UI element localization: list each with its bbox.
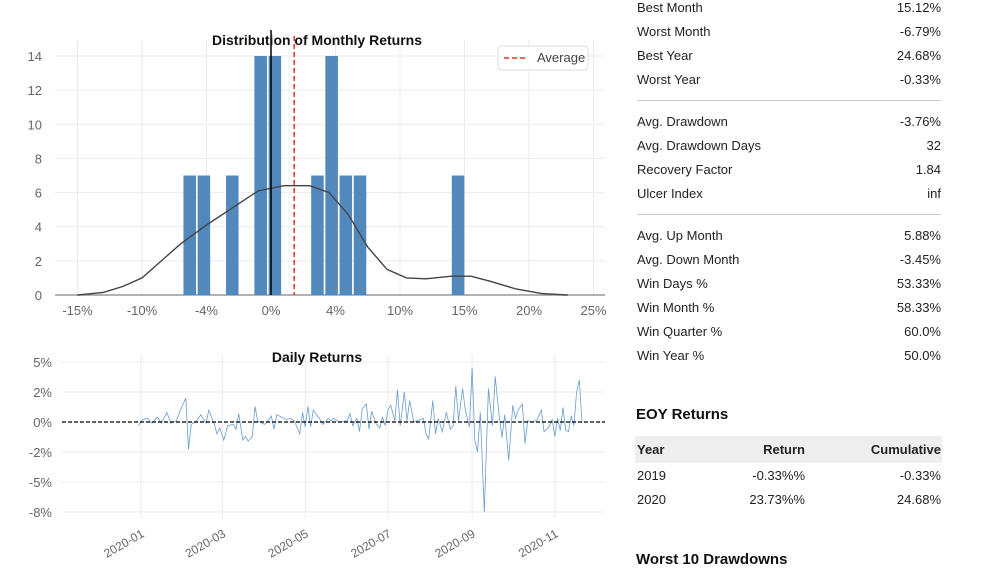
metric-label: Win Days % <box>637 276 708 291</box>
histogram-bar <box>183 175 197 295</box>
eoy-row-return: -0.33%% <box>752 468 805 483</box>
y-tick-label: 12 <box>28 83 42 98</box>
y-tick-label: -2% <box>29 445 53 460</box>
metric-label: Win Month % <box>637 300 715 315</box>
eoy-row-return: 23.73%% <box>749 492 805 507</box>
metric-label: Ulcer Index <box>637 186 703 201</box>
metric-label: Worst Month <box>637 24 711 39</box>
y-tick-label: 4 <box>35 220 42 235</box>
metric-row: Ulcer Index inf <box>637 186 941 206</box>
metric-value: -6.79% <box>899 24 941 39</box>
metric-row: Win Month % 58.33% <box>637 300 941 320</box>
metrics-divider <box>637 214 941 215</box>
metric-row: Worst Month -6.79% <box>637 24 941 44</box>
metric-row: Win Year % 50.0% <box>637 348 941 368</box>
metric-value: 1.84 <box>915 162 941 177</box>
daily-returns-chart: 2020-01 2020-03 2020-05 2020-07 2020-09 2020-… <box>29 349 605 561</box>
x-tick-label: -4% <box>195 303 219 318</box>
y-tick-label: 0% <box>33 415 52 430</box>
metric-label: Avg. Down Month <box>637 252 740 267</box>
y-tick-label: 2% <box>33 385 52 400</box>
chart-title: Daily Returns <box>272 349 362 365</box>
metric-row: Best Month 15.12% <box>637 0 941 20</box>
metric-label: Best Year <box>637 48 693 63</box>
histogram-bar <box>451 175 465 295</box>
y-tick-label: 6 <box>35 186 42 201</box>
histogram-bar <box>197 175 211 295</box>
metric-value: 58.33% <box>896 300 941 315</box>
y-tick-label: -5% <box>29 475 53 490</box>
histogram-bar <box>311 175 324 295</box>
metric-row: Avg. Drawdown -3.76% <box>637 114 941 134</box>
y-tick-label: 0 <box>35 288 42 303</box>
histogram-bar <box>339 175 353 295</box>
metric-row: Best Year 24.68% <box>637 48 941 68</box>
metric-label: Avg. Drawdown Days <box>637 138 762 153</box>
metric-label: Recovery Factor <box>637 162 733 177</box>
metric-row: Avg. Up Month 5.88% <box>637 228 941 248</box>
x-tick-label: 2020-01 <box>101 526 146 560</box>
metric-value: 32 <box>926 138 941 153</box>
metric-value: 53.33% <box>896 276 941 291</box>
metric-label: Worst Year <box>637 72 701 87</box>
metric-label: Win Quarter % <box>637 324 723 339</box>
metric-value: 15.12% <box>896 0 941 15</box>
metric-label: Win Year % <box>637 348 705 363</box>
x-tick-label: 2020-09 <box>432 526 477 560</box>
y-tick-label: 14 <box>28 49 42 64</box>
eoy-returns-heading: EOY Returns <box>636 406 729 423</box>
y-tick-label: 8 <box>35 151 42 166</box>
metric-value: -3.76% <box>899 114 941 129</box>
metric-label: Best Month <box>637 0 703 15</box>
eoy-row-cumulative: 24.68% <box>896 492 941 507</box>
metric-row: Win Quarter % 60.0% <box>637 324 941 344</box>
metric-row: Win Days % 53.33% <box>637 276 941 296</box>
x-tick-label: 15% <box>451 303 477 318</box>
metric-row: Avg. Drawdown Days 32 <box>637 138 941 158</box>
eoy-header-cumulative: Cumulative <box>870 442 941 457</box>
metric-row: Recovery Factor 1.84 <box>637 162 941 182</box>
histogram-bar <box>226 175 239 295</box>
x-tick-label: 10% <box>387 303 413 318</box>
metric-value: 50.0% <box>904 348 941 363</box>
x-tick-label: 20% <box>516 303 542 318</box>
x-tick-label: 2020-11 <box>516 526 561 560</box>
worst-drawdowns-heading: Worst 10 Drawdowns <box>636 551 788 568</box>
metric-value: 24.68% <box>896 48 941 63</box>
metric-value: -0.33% <box>899 72 941 87</box>
eoy-row-year: 2020 <box>637 492 666 507</box>
y-tick-label: 2 <box>35 254 42 269</box>
x-tick-label: -10% <box>127 303 158 318</box>
y-tick-label: -8% <box>29 505 53 520</box>
histogram-bar <box>325 56 338 295</box>
metric-value: 5.88% <box>904 228 941 243</box>
x-tick-label: 2020-07 <box>348 526 393 560</box>
metric-value: 60.0% <box>904 324 941 339</box>
legend-average-label: Average <box>537 50 585 65</box>
x-tick-label: 2020-05 <box>266 526 311 560</box>
monthly-returns-histogram: -15% -10% -4% 0% 4% 10% 15% 20% 25% 0 2 4 6 8 10 12 14 Di… <box>28 30 607 318</box>
y-tick-label: 10 <box>28 117 42 132</box>
histogram-bar <box>254 56 267 295</box>
y-tick-label: 5% <box>33 355 52 370</box>
metric-label: Avg. Up Month <box>637 228 723 243</box>
eoy-row-cumulative: -0.33% <box>899 468 941 483</box>
x-tick-label: 4% <box>326 303 345 318</box>
x-tick-label: -15% <box>62 303 93 318</box>
metric-value: inf <box>927 186 941 201</box>
metric-value: -3.45% <box>899 252 941 267</box>
daily-returns-line <box>137 367 583 513</box>
x-tick-label: 25% <box>580 303 606 318</box>
eoy-header-year: Year <box>637 442 665 457</box>
metric-row: Worst Year -0.33% <box>637 72 941 92</box>
metric-label: Avg. Drawdown <box>637 114 728 129</box>
metrics-divider <box>637 100 941 101</box>
metric-row: Avg. Down Month -3.45% <box>637 252 941 272</box>
eoy-row-year: 2019 <box>637 468 666 483</box>
chart-title: Distribution of Monthly Returns <box>212 32 422 48</box>
eoy-header-return: Return <box>763 442 805 457</box>
x-tick-label: 2020-03 <box>183 526 228 560</box>
x-tick-label: 0% <box>262 303 281 318</box>
